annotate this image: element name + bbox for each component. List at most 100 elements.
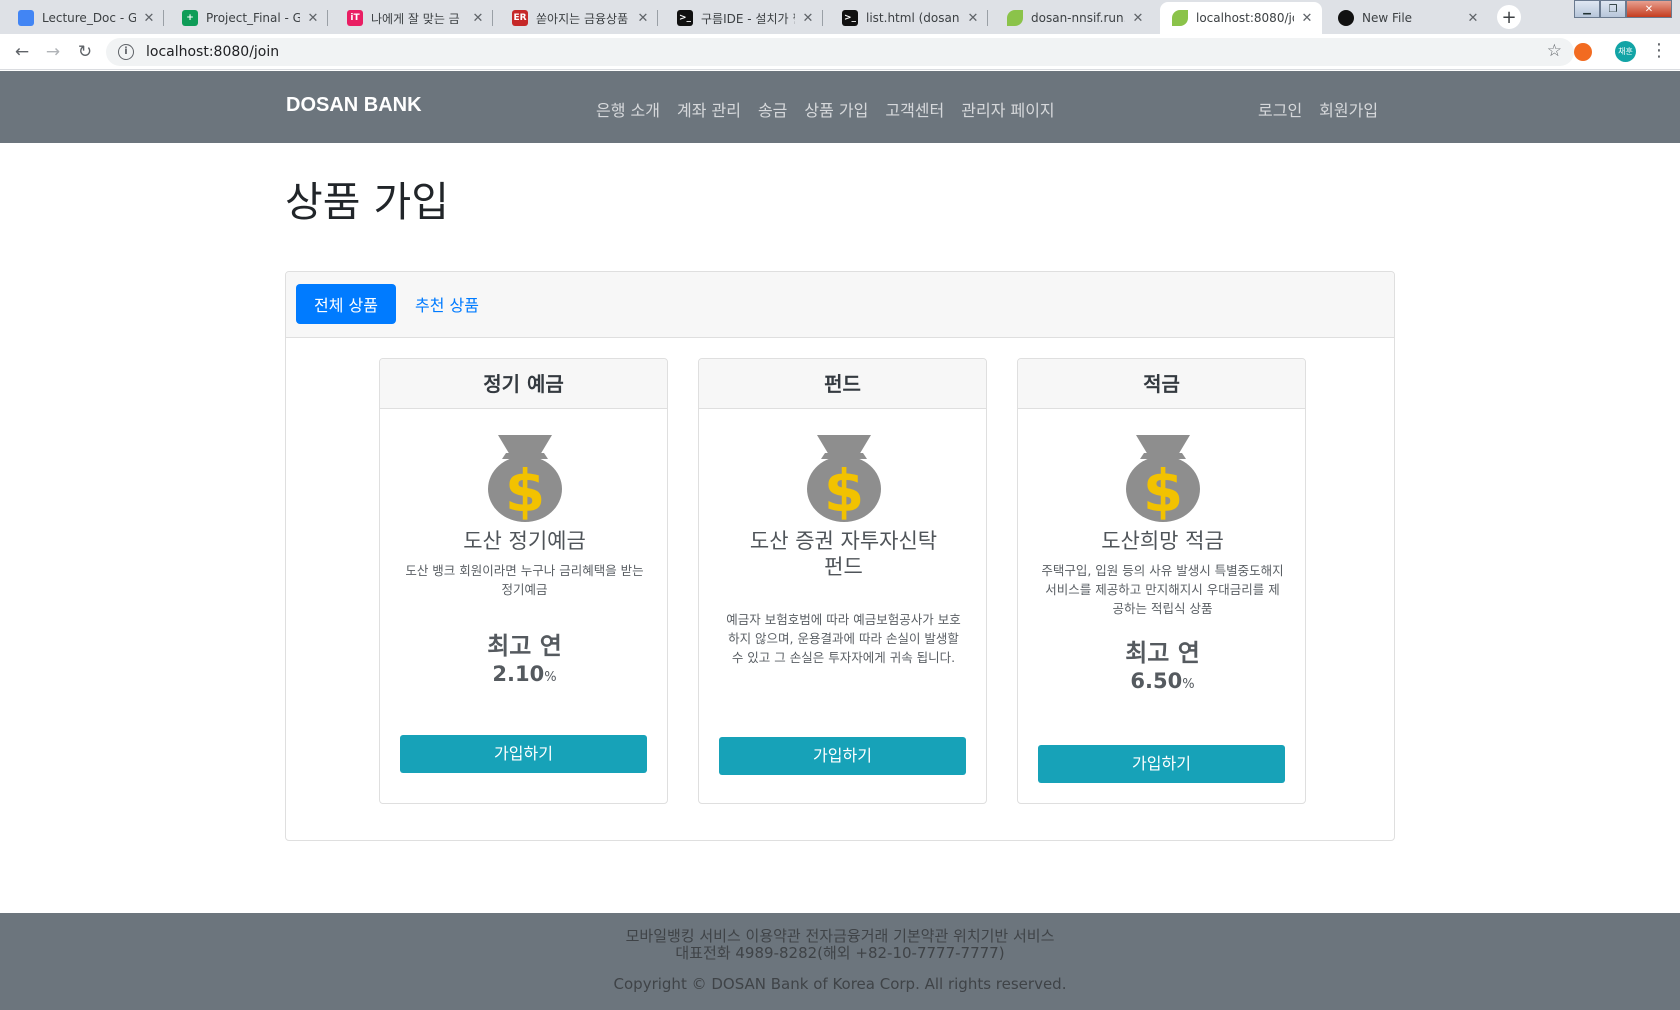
products-tab-bar: 전체 상품 추천 상품 [286, 272, 1394, 338]
tab-recommended-products[interactable]: 추천 상품 [399, 284, 495, 324]
brand-logo[interactable]: DOSAN BANK [286, 94, 422, 117]
browser-toolbar: ← → ↻ i localhost:8080/join ☆ [0, 34, 1680, 70]
browser-tab-active[interactable]: localhost:8080/join ✕ [1160, 2, 1322, 34]
extension-icon[interactable] [1574, 43, 1592, 61]
close-tab-icon[interactable]: ✕ [471, 11, 485, 26]
tab-title: Lecture_Doc - Goo [42, 11, 136, 25]
terminal-icon: >_ [677, 10, 693, 26]
join-button[interactable]: 가입하기 [400, 735, 647, 773]
nav-item-accounts[interactable]: 계좌 관리 [677, 97, 741, 121]
svg-text:$: $ [824, 457, 864, 523]
product-description: 도산 뱅크 회원이라면 누구나 금리혜택을 받는 정기예금 [405, 563, 644, 597]
spring-leaf-icon [1172, 10, 1188, 26]
new-tab-button[interactable]: + [1497, 5, 1521, 29]
product-rate: 최고 연 6.50% [1018, 638, 1307, 698]
rate-unit: % [544, 670, 557, 685]
footer-copyright: Copyright © DOSAN Bank of Korea Corp. Al… [613, 975, 1067, 993]
tab-title: 나에게 잘 맞는 금 [371, 11, 460, 26]
nav-item-transfer[interactable]: 송금 [758, 97, 787, 121]
forward-arrow-icon[interactable]: → [41, 40, 65, 64]
money-bag-icon: $ [488, 435, 562, 523]
rate-prefix: 최고 연 [1125, 639, 1200, 667]
money-bag-icon: $ [1126, 435, 1200, 523]
product-category: 정기 예금 [380, 359, 667, 409]
browser-tab[interactable]: ER 쏟아지는 금융상품 ✕ [500, 2, 658, 34]
browser-tab[interactable]: iT 나에게 잘 맞는 금 ✕ [335, 2, 493, 34]
main-menu: 은행 소개 계좌 관리 송금 상품 가입 고객센터 관리자 페이지 [596, 97, 1055, 121]
site-info-icon[interactable]: i [118, 44, 134, 60]
close-tab-icon[interactable]: ✕ [1466, 11, 1480, 26]
browser-tab[interactable]: dosan-nnsif.run.go ✕ [995, 2, 1153, 34]
url-text: localhost:8080/join [146, 44, 280, 60]
rate-unit: % [1182, 677, 1195, 692]
close-tab-icon[interactable]: ✕ [636, 11, 650, 26]
browser-tab[interactable]: New File ✕ [1326, 2, 1488, 34]
profile-label: 채훈 [1618, 47, 1633, 56]
tab-title: New File [1362, 11, 1413, 25]
close-tab-icon[interactable]: ✕ [306, 11, 320, 26]
rate-value: 6.50 [1130, 669, 1183, 693]
money-bag-icon: $ [807, 435, 881, 523]
reload-icon[interactable]: ↻ [73, 40, 97, 64]
nav-item-admin[interactable]: 관리자 페이지 [961, 97, 1054, 121]
tab-all-products[interactable]: 전체 상품 [296, 284, 396, 324]
product-rate: 최고 연 2.10% [380, 631, 669, 691]
address-bar[interactable]: i localhost:8080/join ☆ [106, 38, 1574, 66]
footer-phone: 대표전화 4989-8282(해외 +82-10-7777-7777) [675, 944, 1005, 962]
spring-leaf-icon [1007, 10, 1023, 26]
tab-title: list.html (dosan) - [866, 11, 960, 25]
browser-tab[interactable]: + Project_Final - Goo ✕ [170, 2, 328, 34]
nav-item-about[interactable]: 은행 소개 [596, 97, 660, 121]
github-icon [1338, 10, 1354, 26]
tab-title: 쏟아지는 금융상품 [536, 11, 629, 26]
nav-item-support[interactable]: 고객센터 [885, 97, 944, 121]
product-card: 펀드 $ 도산 증권 자투자신탁 펀드 예금자 보험호범에 따라 예금보험공사가… [698, 358, 987, 804]
product-card: 적금 $ 도산희망 적금 주택구입, 입원 등의 사유 발생시 특별중도해지 서… [1017, 358, 1306, 804]
join-button[interactable]: 가입하기 [1038, 745, 1285, 783]
close-window-button[interactable]: ✕ [1626, 0, 1672, 18]
join-button[interactable]: 가입하기 [719, 737, 966, 775]
site-navbar: DOSAN BANK 은행 소개 계좌 관리 송금 상품 가입 고객센터 관리자… [0, 71, 1680, 143]
product-name: 도산희망 적금 [1101, 529, 1224, 553]
close-tab-icon[interactable]: ✕ [142, 11, 156, 26]
rate-value: 2.10 [492, 662, 545, 686]
bookmark-star-icon[interactable]: ☆ [1547, 41, 1562, 61]
tab-title: Project_Final - Goo [206, 11, 300, 25]
close-tab-icon[interactable]: ✕ [966, 11, 980, 26]
product-description: 예금자 보험호범에 따라 예금보험공사가 보호하지 않으며, 운용결과에 따라 … [726, 612, 961, 665]
page-title: 상품 가입 [285, 178, 449, 226]
google-drive-icon [18, 10, 34, 26]
terminal-icon: >_ [842, 10, 858, 26]
auth-menu: 로그인 회원가입 [1258, 97, 1378, 121]
product-card: 정기 예금 $ 도산 정기예금 도산 뱅크 회원이라면 누구나 금리혜택을 받는… [379, 358, 668, 804]
site-favicon-icon: iT [347, 10, 363, 26]
footer-links[interactable]: 모바일뱅킹 서비스 이용약관 전자금융거래 기본약관 위치기반 서비스 [0, 928, 1680, 945]
close-tab-icon[interactable]: ✕ [1131, 11, 1145, 26]
nav-item-products[interactable]: 상품 가입 [804, 97, 868, 121]
svg-text:$: $ [505, 457, 545, 523]
close-tab-icon[interactable]: ✕ [801, 11, 815, 26]
product-category: 적금 [1018, 359, 1305, 409]
product-category: 펀드 [699, 359, 986, 409]
product-name: 도산 정기예금 [463, 529, 586, 553]
tab-title: 구름IDE - 설치가 필 [701, 11, 795, 26]
profile-avatar[interactable]: 채훈 [1615, 41, 1636, 62]
tab-title: dosan-nnsif.run.go [1031, 11, 1125, 25]
restore-window-button[interactable]: ❐ [1600, 0, 1626, 18]
minimize-window-button[interactable]: ▁ [1574, 0, 1600, 18]
back-arrow-icon[interactable]: ← [10, 40, 34, 64]
browser-tab[interactable]: Lecture_Doc - Goo ✕ [6, 2, 164, 34]
product-description: 주택구입, 입원 등의 사유 발생시 특별중도해지 서비스를 제공하고 만지해지… [1041, 563, 1284, 616]
nav-item-login[interactable]: 로그인 [1258, 97, 1302, 121]
close-tab-icon[interactable]: ✕ [1300, 11, 1314, 26]
browser-menu-icon[interactable]: ⋮ [1650, 40, 1668, 62]
product-name: 도산 증권 자투자신탁 펀드 [749, 529, 938, 579]
svg-text:$: $ [1143, 457, 1183, 523]
browser-tab[interactable]: >_ 구름IDE - 설치가 필 ✕ [665, 2, 823, 34]
nav-item-signup[interactable]: 회원가입 [1319, 97, 1378, 121]
google-sheets-icon: + [182, 10, 198, 26]
browser-tab-strip: Lecture_Doc - Goo ✕ + Project_Final - Go… [0, 0, 1680, 34]
browser-tab[interactable]: >_ list.html (dosan) - ✕ [830, 2, 988, 34]
products-panel: 전체 상품 추천 상품 정기 예금 $ 도산 정기예금 도산 뱅크 회원이라면 … [285, 271, 1395, 841]
tab-title: localhost:8080/join [1196, 11, 1294, 25]
